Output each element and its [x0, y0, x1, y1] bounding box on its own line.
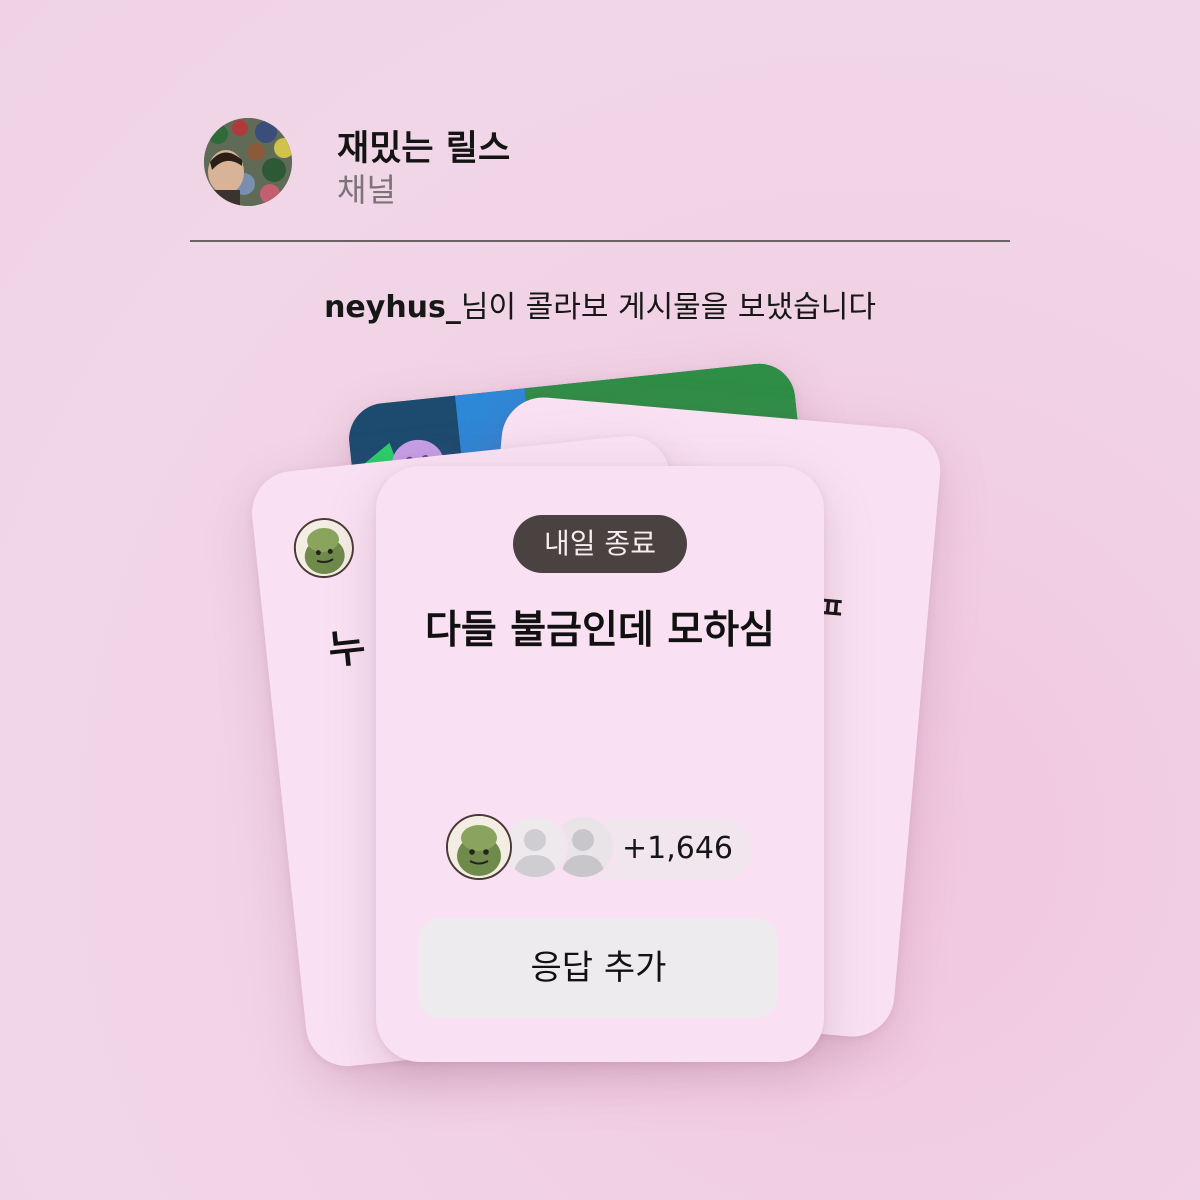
prompt-text: 다들 불금인데 모하심 — [424, 608, 776, 653]
profile-photo-icon — [204, 118, 292, 206]
notice-username[interactable]: neyhus_ — [324, 290, 461, 325]
divider — [190, 240, 1010, 242]
channel-avatar[interactable] — [204, 118, 292, 206]
notice-message: 님이 콜라보 게시물을 보냈습니다 — [460, 290, 876, 325]
left-card-peek-text: 누 — [326, 624, 368, 674]
channel-subtitle: 채널 — [337, 171, 396, 209]
turtle-avatar-icon — [446, 814, 512, 880]
collab-prompt-card[interactable]: 내일 종료 다들 불금인데 모하심 +1,646 응답 추가 — [376, 466, 824, 1062]
channel-header[interactable]: 재밌는 릴스 채널 — [204, 118, 904, 218]
collab-notice: neyhus_님이 콜라보 게시물을 보냈습니다 — [0, 282, 1200, 326]
deadline-badge: 내일 종료 — [513, 515, 687, 573]
participants[interactable]: +1,646 — [446, 814, 756, 884]
add-response-button[interactable]: 응답 추가 — [419, 918, 778, 1018]
participant-count: +1,646 — [622, 831, 734, 866]
channel-name[interactable]: 재밌는 릴스 — [337, 120, 510, 171]
turtle-avatar-icon — [290, 515, 357, 582]
